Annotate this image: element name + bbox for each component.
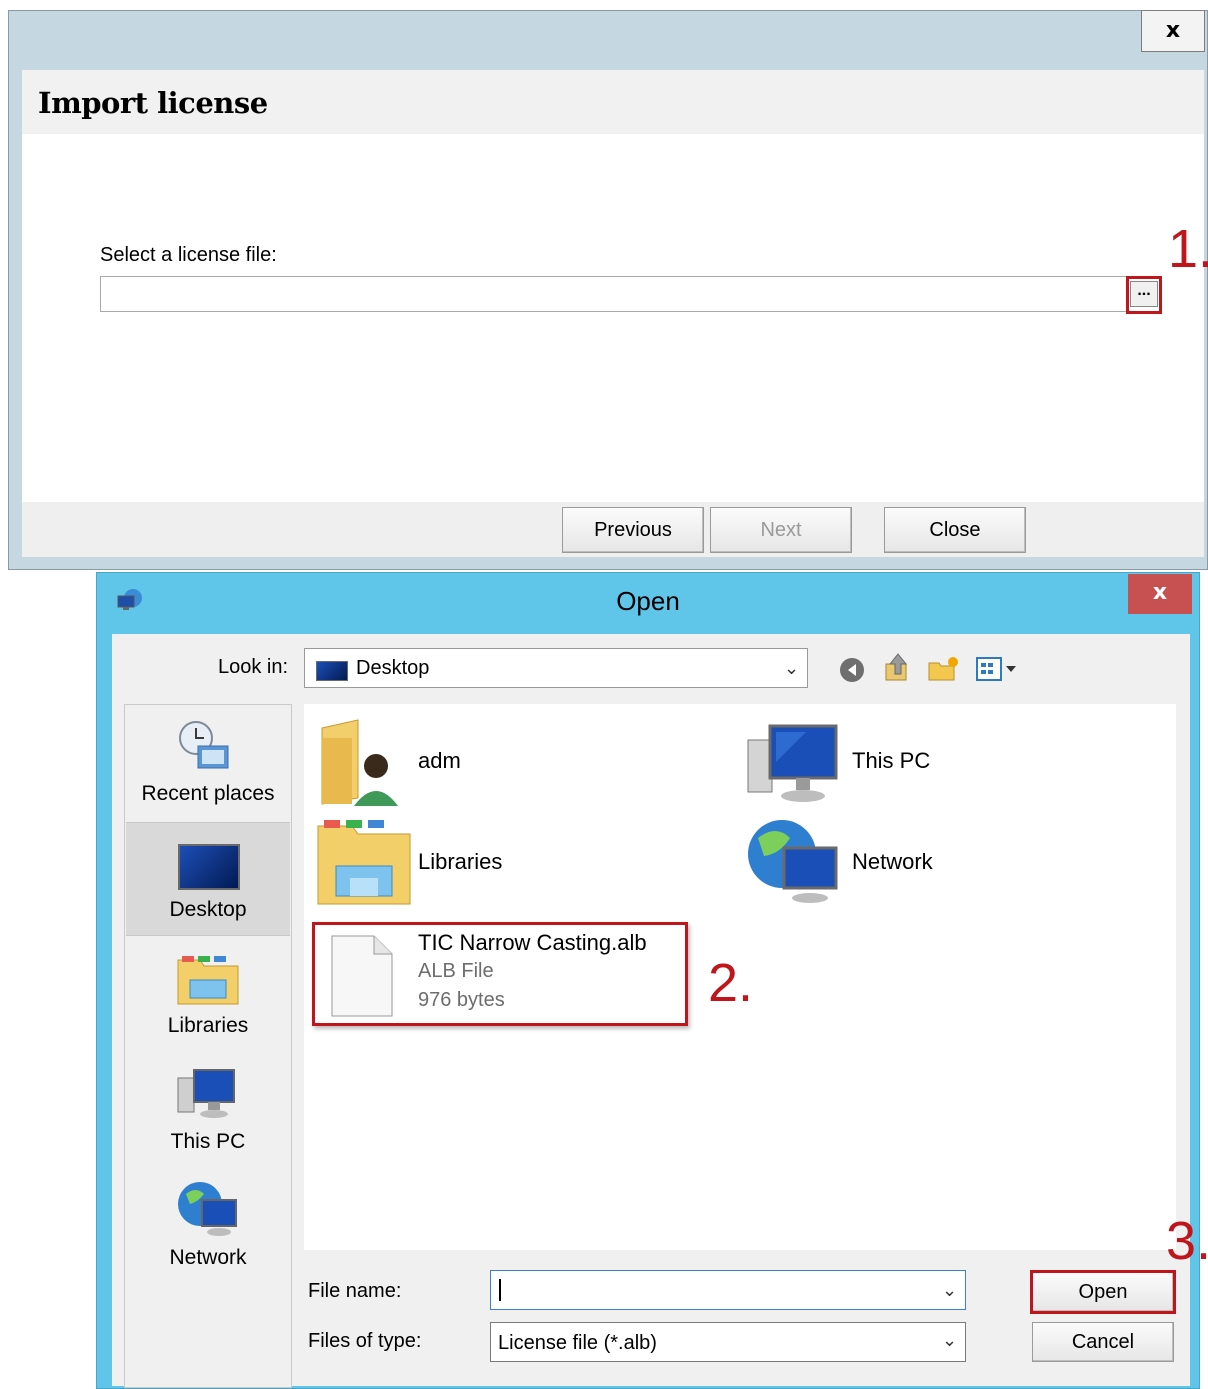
- desktop-icon: [316, 661, 348, 681]
- computer-icon: [177, 1069, 235, 1118]
- back-icon[interactable]: [838, 656, 868, 684]
- network-icon: [748, 820, 838, 903]
- place-recent-places[interactable]: [174, 718, 234, 774]
- chevron-down-icon[interactable]: ⌄: [942, 1280, 957, 1301]
- place-label-this-pc: This PC: [170, 1130, 246, 1153]
- item-name-libraries: Libraries: [418, 849, 503, 874]
- item-this-pc[interactable]: [746, 722, 842, 804]
- item-name-adm: adm: [418, 748, 461, 773]
- files-of-type-label: Files of type:: [308, 1330, 422, 1352]
- callout-number-3: 3.: [1166, 1211, 1208, 1271]
- item-name-this-pc: This PC: [852, 748, 931, 773]
- file-name-input[interactable]: [490, 1270, 966, 1310]
- previous-button[interactable]: Previous: [562, 507, 704, 553]
- dialog-title: Open: [616, 586, 680, 616]
- license-file-input[interactable]: [100, 276, 1160, 312]
- wizard-title: Import license: [38, 86, 268, 120]
- place-this-pc[interactable]: [176, 1066, 240, 1122]
- dialog-close-button[interactable]: x: [1128, 574, 1192, 614]
- next-button[interactable]: Next: [710, 507, 852, 553]
- place-label-desktop: Desktop: [169, 898, 247, 921]
- place-libraries[interactable]: [176, 952, 240, 1006]
- files-of-type-value: License file (*.alb): [498, 1332, 657, 1354]
- user-folder-icon: [321, 719, 398, 806]
- look-in-value: Desktop: [356, 657, 430, 679]
- libraries-icon: [177, 956, 239, 1005]
- cancel-button[interactable]: Cancel: [1032, 1322, 1174, 1362]
- callout-box-3: [1030, 1270, 1176, 1314]
- close-button[interactable]: Close: [884, 507, 1026, 553]
- network-icon: [178, 1182, 237, 1236]
- wizard-content: [22, 70, 1204, 557]
- new-folder-icon[interactable]: [926, 654, 960, 684]
- callout-number-1: 1.: [1168, 219, 1208, 279]
- license-file-label: Select a license file:: [100, 244, 277, 266]
- callout-number-2: 2.: [708, 953, 754, 1013]
- libraries-icon: [317, 820, 411, 905]
- computer-icon: [747, 724, 838, 802]
- item-adm[interactable]: [318, 718, 402, 808]
- place-network[interactable]: [176, 1180, 240, 1238]
- item-name-network: Network: [852, 849, 933, 874]
- places-bar: [124, 704, 292, 1388]
- recent-places-icon: [179, 721, 229, 769]
- up-folder-icon[interactable]: [882, 652, 912, 684]
- file-name-label: File name:: [308, 1280, 402, 1302]
- callout-box-2: [312, 922, 688, 1026]
- place-label-network: Network: [169, 1246, 247, 1269]
- place-desktop-icon[interactable]: [178, 844, 240, 890]
- item-network[interactable]: [746, 816, 838, 906]
- chevron-down-icon: ⌄: [784, 658, 800, 678]
- place-label-libraries: Libraries: [167, 1014, 249, 1037]
- place-label-recent: Recent places: [141, 782, 275, 805]
- callout-box-1: [1126, 276, 1162, 314]
- chevron-down-icon: ⌄: [942, 1330, 958, 1350]
- look-in-label: Look in:: [218, 656, 289, 678]
- text-cursor: [499, 1279, 501, 1301]
- wizard-close-button[interactable]: x: [1141, 10, 1205, 52]
- item-libraries[interactable]: [316, 816, 412, 906]
- view-menu-icon[interactable]: [974, 654, 1022, 684]
